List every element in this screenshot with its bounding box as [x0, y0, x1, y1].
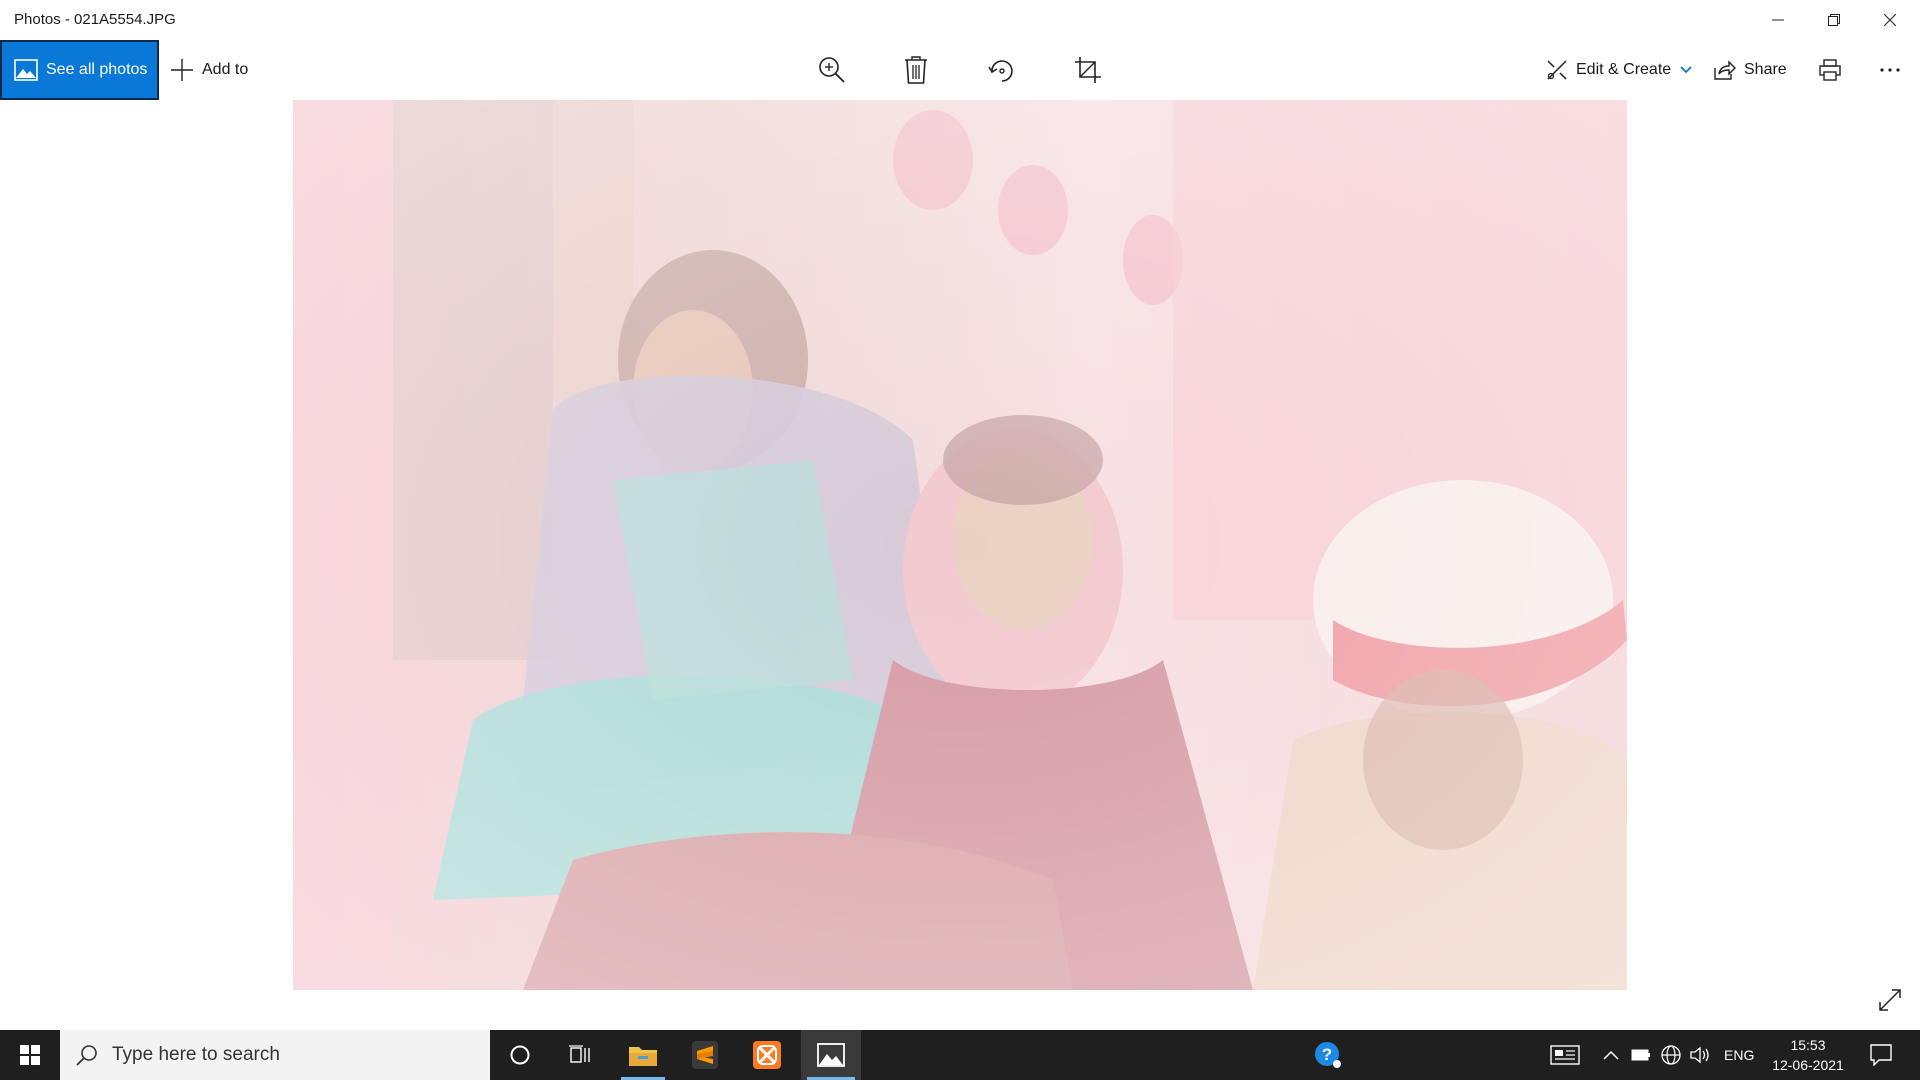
add-to-label: Add to — [202, 61, 249, 78]
volume-button[interactable] — [1686, 1030, 1716, 1080]
toolbar: See all photos Add to Edit & Create Shar… — [0, 40, 1920, 100]
minimize-button[interactable] — [1750, 0, 1806, 40]
rotate-button[interactable] — [984, 52, 1020, 88]
crop-button[interactable] — [1070, 52, 1106, 88]
restore-icon — [1828, 14, 1840, 26]
globe-icon — [1661, 1045, 1681, 1065]
xampp-button[interactable] — [739, 1030, 795, 1080]
clock-time: 15:53 — [1790, 1037, 1826, 1053]
show-hidden-icons-button[interactable] — [1596, 1030, 1626, 1080]
start-button[interactable] — [0, 1030, 60, 1080]
clock-date: 12-06-2021 — [1772, 1057, 1844, 1073]
task-view-icon — [569, 1045, 590, 1063]
share-label: Share — [1744, 61, 1787, 78]
network-button[interactable] — [1656, 1030, 1686, 1080]
battery-icon — [1631, 1049, 1650, 1061]
minimize-icon — [1772, 19, 1784, 21]
share-button[interactable]: Share — [1714, 40, 1787, 100]
expand-icon — [1879, 989, 1901, 1011]
photo-viewer-image[interactable] — [293, 100, 1627, 990]
print-button[interactable] — [1812, 52, 1848, 88]
chevron-down-icon — [1680, 66, 1692, 74]
edit-create-icon — [1547, 60, 1567, 80]
file-explorer-icon — [629, 1047, 657, 1066]
help-icon: ? — [1315, 1042, 1341, 1068]
taskbar-search-box[interactable]: Type here to search — [60, 1030, 490, 1080]
help-button[interactable]: ? — [1300, 1030, 1356, 1080]
share-icon — [1714, 60, 1736, 80]
photos-app-window: Photos - 021A5554.JPG See all photos Add… — [0, 0, 1920, 1030]
svg-text:?: ? — [1322, 1045, 1332, 1064]
task-view-button[interactable] — [552, 1030, 608, 1080]
search-placeholder: Type here to search — [112, 1044, 280, 1065]
battery-button[interactable] — [1626, 1030, 1656, 1080]
title-bar: Photos - 021A5554.JPG — [0, 0, 1920, 40]
sublime-text-button[interactable] — [677, 1030, 733, 1080]
action-center-button[interactable] — [1856, 1030, 1906, 1080]
see-all-photos-label: See all photos — [46, 61, 148, 78]
volume-icon — [1690, 1046, 1709, 1064]
zoom-in-icon — [819, 57, 845, 83]
more-icon — [1880, 68, 1900, 72]
see-all-photos-button[interactable]: See all photos — [0, 40, 159, 100]
print-icon — [1819, 59, 1841, 81]
photos-gallery-icon — [14, 59, 38, 81]
zoom-in-button[interactable] — [814, 52, 850, 88]
sublime-text-icon — [692, 1041, 718, 1069]
window-title: Photos - 021A5554.JPG — [14, 11, 176, 28]
add-to-button[interactable]: Add to — [170, 40, 248, 100]
edit-create-label: Edit & Create — [1576, 61, 1672, 78]
wedding-photo — [293, 100, 1627, 990]
photos-app-button[interactable] — [801, 1030, 861, 1080]
delete-icon — [905, 56, 927, 84]
delete-button[interactable] — [898, 52, 934, 88]
clock[interactable]: 15:53 12-06-2021 — [1760, 1030, 1856, 1080]
news-icon — [1550, 1045, 1580, 1065]
restore-button[interactable] — [1806, 0, 1862, 40]
photos-app-icon — [817, 1043, 845, 1067]
close-icon — [1884, 14, 1896, 26]
fullscreen-button[interactable] — [1874, 984, 1906, 1016]
more-button[interactable] — [1872, 52, 1908, 88]
input-language-indicator[interactable]: ENG — [1724, 1030, 1754, 1080]
notification-icon — [1870, 1044, 1892, 1066]
edit-create-button[interactable]: Edit & Create — [1546, 40, 1693, 100]
file-explorer-button[interactable] — [615, 1030, 671, 1080]
news-widget-button[interactable] — [1540, 1030, 1590, 1080]
close-button[interactable] — [1862, 0, 1918, 40]
crop-icon — [1075, 57, 1101, 83]
search-icon — [76, 1045, 97, 1066]
cortana-button[interactable] — [492, 1030, 548, 1080]
chevron-up-icon — [1603, 1050, 1619, 1060]
cortana-icon — [510, 1045, 530, 1065]
xampp-icon — [753, 1041, 781, 1069]
taskbar: Type here to search ? ENG 15:53 12-06-20… — [0, 1030, 1920, 1080]
rotate-icon — [988, 60, 1013, 82]
plus-icon — [171, 59, 193, 81]
windows-start-icon — [20, 1045, 40, 1065]
